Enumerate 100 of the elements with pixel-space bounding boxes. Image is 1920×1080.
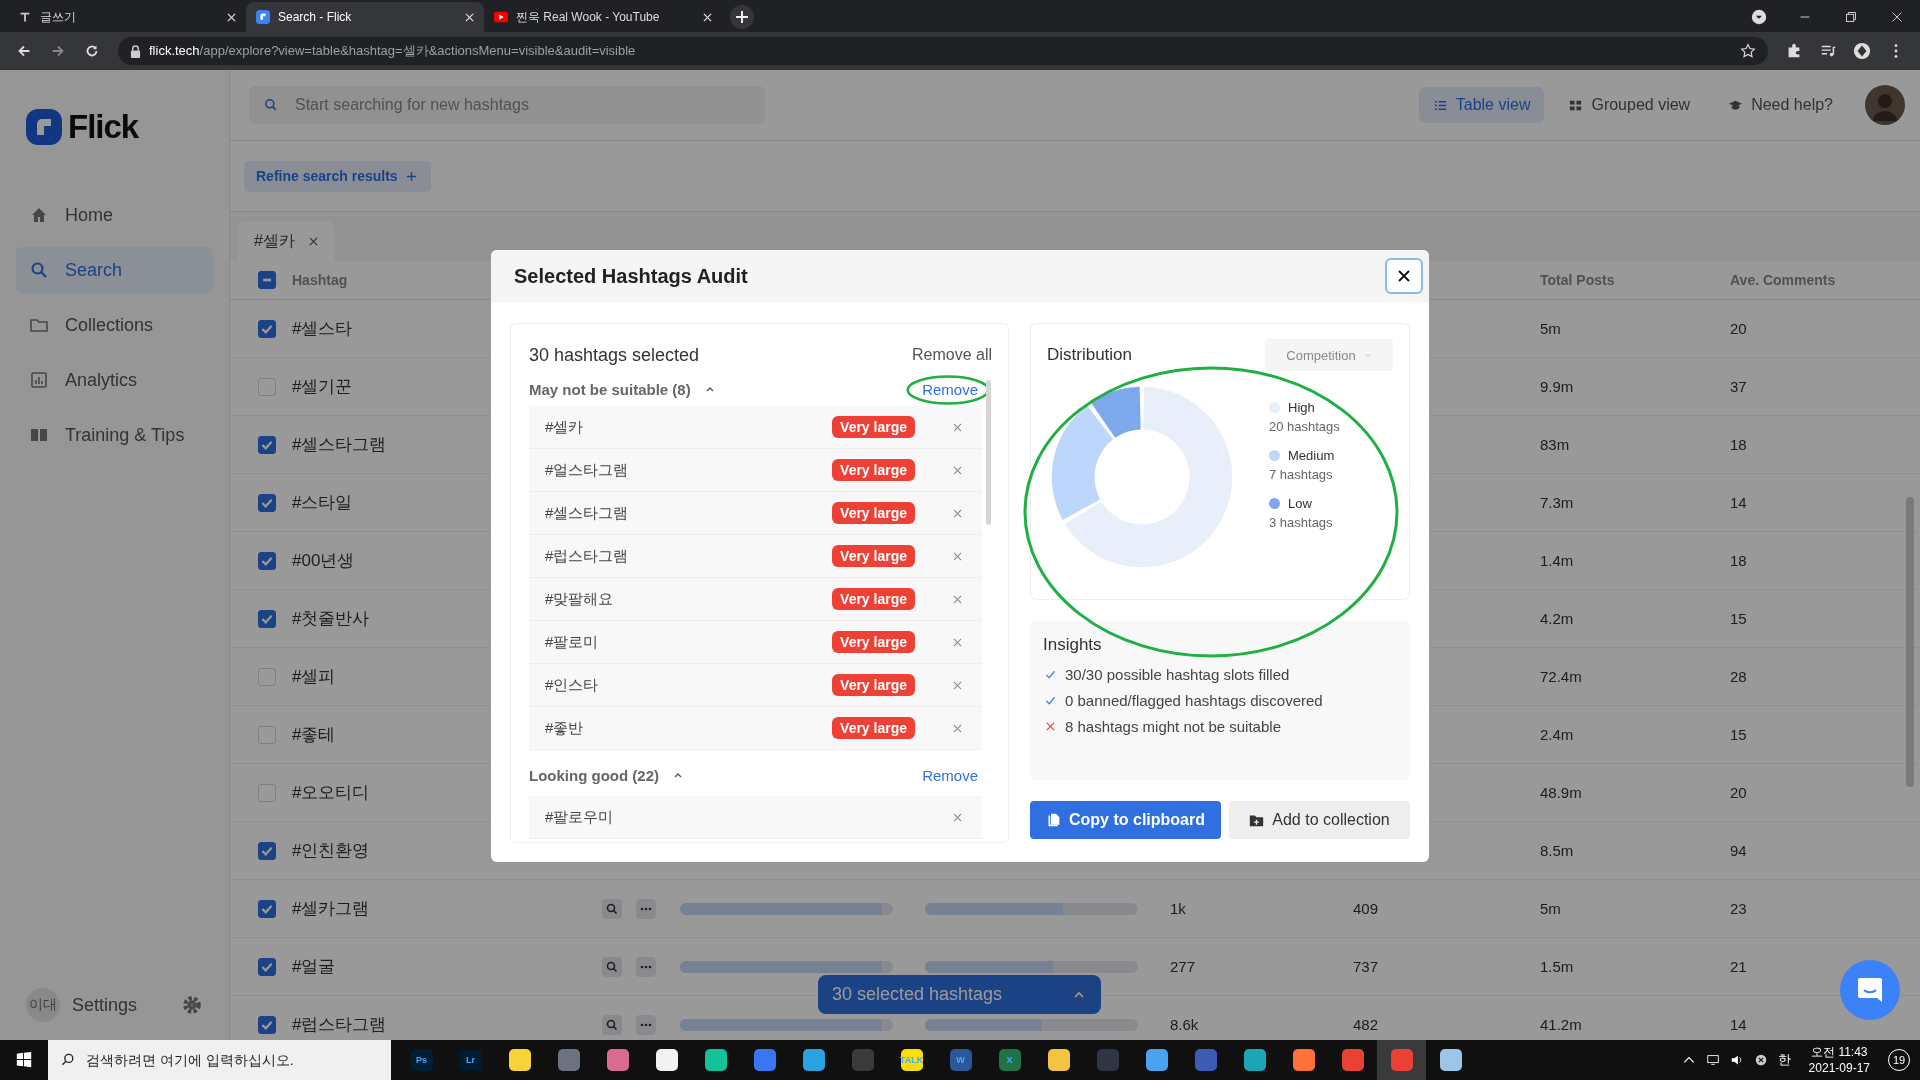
row-checkbox[interactable] — [258, 551, 276, 570]
size-tag: Very large — [832, 459, 915, 481]
play-favicon-icon — [494, 10, 508, 24]
tab-search-icon[interactable] — [1750, 8, 1768, 26]
scrollbar[interactable] — [986, 380, 991, 525]
hashtag-cell-text: #00년생 — [292, 550, 355, 572]
add-to-collection-button[interactable]: Add to collection — [1229, 801, 1410, 839]
hashtag-tab[interactable]: #셀카 — [238, 221, 334, 261]
browser-tab[interactable]: 글쓰기 — [8, 2, 246, 32]
row-checkbox[interactable] — [258, 493, 276, 512]
hashtag-cell-text: #럽스타그램 — [292, 1014, 387, 1036]
table-cell: 7.3m — [1540, 493, 1574, 511]
metric-dropdown[interactable]: Competition — [1265, 339, 1393, 371]
caret-icon — [1069, 984, 1089, 1005]
search-icon — [60, 1052, 76, 1068]
user-avatar[interactable] — [1865, 85, 1905, 125]
remove-icon[interactable] — [953, 812, 962, 822]
user-avatar[interactable]: 이대 — [26, 988, 60, 1022]
group-toggle[interactable]: Looking good (22) — [529, 766, 683, 784]
select-all-checkbox[interactable] — [258, 271, 276, 289]
size-tag: Very large — [832, 631, 915, 653]
nav-item[interactable]: Analytics — [16, 357, 213, 403]
remove-icon[interactable] — [953, 637, 962, 647]
remove-icon[interactable] — [953, 680, 962, 690]
cross-icon — [1045, 721, 1056, 732]
nav-item[interactable]: Search — [16, 247, 213, 293]
star-icon[interactable] — [1740, 43, 1756, 59]
hashtag-cell-text: #얼굴 — [292, 956, 336, 978]
remove-icon[interactable] — [953, 551, 962, 561]
clock[interactable]: 오전 11:43 2021-09-17 — [1800, 1044, 1878, 1076]
remove-icon[interactable] — [953, 508, 962, 518]
more-icon[interactable] — [636, 1014, 656, 1035]
legend-count: 20 hashtags — [1269, 419, 1340, 434]
nav-item[interactable]: Home — [16, 192, 213, 238]
table-cell: 2.4m — [1540, 725, 1574, 743]
table-cell: 5m — [1540, 319, 1561, 337]
remove-icon[interactable] — [953, 465, 962, 475]
view-toggle-button[interactable]: Grouped view — [1554, 87, 1705, 123]
letter-favicon-icon — [18, 10, 32, 24]
search-icon[interactable] — [602, 956, 622, 977]
hashtag-cell-text: #셀카그램 — [292, 898, 370, 920]
taskbar-search-field[interactable]: 검색하려면 여기에 입력하십시오. — [48, 1040, 391, 1080]
nav-item[interactable]: Training & Tips — [16, 412, 213, 458]
cancel-icon[interactable] — [1753, 1053, 1768, 1067]
hashtag-label: #팔로우미 — [545, 807, 614, 827]
remove-link[interactable]: Remove — [922, 766, 982, 784]
row-checkbox[interactable] — [258, 319, 276, 338]
row-checkbox[interactable] — [258, 609, 276, 628]
settings-label[interactable]: Settings — [72, 994, 169, 1016]
remove-all-link[interactable]: Remove all — [911, 346, 992, 364]
scrollbar[interactable] — [1906, 497, 1914, 787]
settings-icon[interactable] — [181, 994, 203, 1016]
table-cell: 9.9m — [1540, 377, 1574, 395]
hashtag-cell-text: #오오티디 — [292, 782, 370, 804]
column-header[interactable]: Ave. Comments — [1730, 272, 1836, 288]
volume-icon[interactable] — [1729, 1053, 1744, 1067]
row-checkbox[interactable] — [258, 1015, 276, 1034]
hashtag-label: #셀스타그램 — [545, 503, 629, 523]
hashtag-cell-text: #셀스타 — [292, 318, 353, 340]
flick-logo[interactable]: Flick — [16, 108, 149, 146]
search-icon[interactable] — [602, 898, 622, 919]
row-checkbox[interactable] — [258, 435, 276, 454]
plus-icon — [405, 170, 417, 182]
help-button[interactable]: Need help? — [1714, 87, 1847, 123]
copy-button[interactable]: Copy to clipboard — [1030, 801, 1221, 839]
more-icon[interactable] — [636, 898, 656, 919]
hashtag-label: #팔로미 — [545, 632, 599, 652]
row-checkbox[interactable] — [258, 957, 276, 976]
view-toggle-button[interactable]: Table view — [1418, 87, 1545, 123]
nav-item[interactable]: Collections — [16, 302, 213, 348]
group-toggle[interactable]: May not be suitable (8) — [529, 380, 715, 398]
column-header[interactable]: Hashtag — [292, 272, 348, 288]
new-tab-icon[interactable] — [730, 5, 754, 29]
table-cell: 18 — [1730, 435, 1747, 453]
column-header[interactable]: Total Posts — [1540, 272, 1615, 288]
browser-tab[interactable]: Search - Flick — [246, 2, 484, 32]
search-icon — [29, 260, 49, 280]
remove-icon[interactable] — [953, 723, 962, 733]
table-cell: 37 — [1730, 377, 1747, 395]
card-title: Distribution — [1047, 345, 1133, 365]
check-icon — [1045, 669, 1056, 680]
more-icon[interactable] — [636, 956, 656, 977]
profile-icon[interactable] — [1853, 42, 1871, 60]
search-icon — [263, 97, 279, 113]
close-button[interactable] — [1385, 258, 1423, 294]
browser-tab[interactable]: 찐욱 Real Wook - YouTube — [484, 2, 722, 32]
network-icon[interactable] — [1705, 1053, 1720, 1067]
search-field[interactable]: Start searching for new hashtags — [249, 86, 765, 124]
address-bar[interactable]: flick.tech/app/explore?view=table&hashtag=셀카&actionsMenu=visible&audit=visible — [118, 37, 1768, 65]
table-cell: 8.5m — [1540, 841, 1574, 859]
search-icon[interactable] — [602, 1014, 622, 1035]
remove-icon[interactable] — [953, 594, 962, 604]
input-method-indicator[interactable]: 한 — [1777, 1051, 1791, 1069]
row-checkbox[interactable] — [258, 899, 276, 918]
refine-search-button[interactable]: Refine search results — [244, 160, 431, 192]
legend-label: Low — [1288, 496, 1312, 511]
row-checkbox[interactable] — [258, 841, 276, 860]
selected-hashtags-toast[interactable]: 30 selected hashtags — [818, 975, 1101, 1014]
remove-icon[interactable] — [953, 422, 962, 432]
table-cell: 4.2m — [1540, 609, 1574, 627]
